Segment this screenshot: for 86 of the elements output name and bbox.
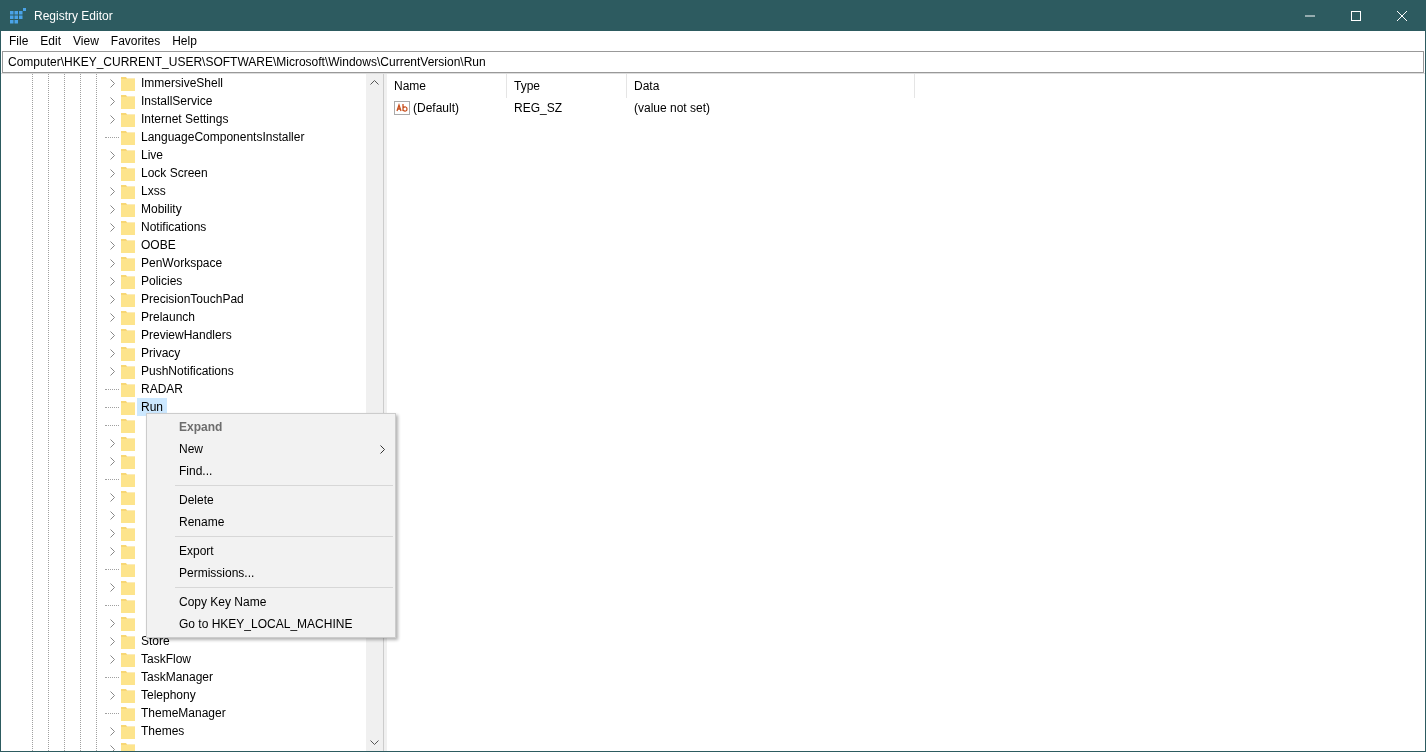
- tree-item[interactable]: Lxss: [137, 182, 170, 200]
- folder-icon: [121, 399, 135, 415]
- tree-item[interactable]: Lock Screen: [137, 164, 212, 182]
- close-icon: [1397, 11, 1407, 21]
- folder-icon: [121, 669, 135, 685]
- tree-item[interactable]: PreviewHandlers: [137, 326, 236, 344]
- folder-icon: [121, 309, 135, 325]
- tree-item[interactable]: ImmersiveShell: [137, 74, 228, 92]
- folder-icon: [121, 183, 135, 199]
- context-menu-item[interactable]: Export: [147, 540, 395, 562]
- tree-item[interactable]: Internet Settings: [137, 110, 233, 128]
- folder-icon: [121, 507, 135, 523]
- menu-item[interactable]: Edit: [34, 31, 68, 51]
- folder-icon: [121, 165, 135, 181]
- value-data: (value not set): [633, 101, 712, 115]
- string-value-icon: [394, 101, 410, 115]
- folder-icon: [121, 687, 135, 703]
- folder-icon: [121, 237, 135, 253]
- folder-icon: [121, 615, 135, 631]
- column-header[interactable]: Type: [507, 74, 627, 98]
- folder-icon: [121, 651, 135, 667]
- folder-icon: [121, 219, 135, 235]
- tree-item[interactable]: Privacy: [137, 344, 185, 362]
- tree-item[interactable]: Themes: [137, 722, 189, 740]
- tree-item[interactable]: Mobility: [137, 200, 186, 218]
- tree-item[interactable]: PrecisionTouchPad: [137, 290, 248, 308]
- folder-icon: [121, 489, 135, 505]
- folder-icon: [121, 561, 135, 577]
- folder-icon: [121, 417, 135, 433]
- context-menu-item[interactable]: Copy Key Name: [147, 591, 395, 613]
- folder-icon: [121, 201, 135, 217]
- tree-item[interactable]: Prelaunch: [137, 308, 200, 326]
- menu-item[interactable]: Favorites: [104, 31, 167, 51]
- folder-icon: [121, 93, 135, 109]
- tree-item[interactable]: LanguageComponentsInstaller: [137, 128, 309, 146]
- window-title: Registry Editor: [34, 9, 114, 23]
- registry-icon: [10, 8, 26, 24]
- context-menu-item[interactable]: Go to HKEY_LOCAL_MACHINE: [147, 613, 395, 635]
- context-menu-item[interactable]: Delete: [147, 489, 395, 511]
- tree-item[interactable]: Run: [137, 398, 167, 416]
- folder-icon: [121, 345, 135, 361]
- folder-icon: [121, 255, 135, 271]
- folder-icon: [121, 111, 135, 127]
- maximize-icon: [1351, 11, 1361, 21]
- column-header[interactable]: Name: [387, 74, 507, 98]
- folder-icon: [121, 129, 135, 145]
- folder-icon: [121, 471, 135, 487]
- folder-icon: [121, 327, 135, 343]
- tree-item[interactable]: Policies: [137, 272, 187, 290]
- tree-item[interactable]: InstallService: [137, 92, 217, 110]
- folder-icon: [121, 597, 135, 613]
- tree-item[interactable]: Notifications: [137, 218, 211, 236]
- context-menu-item[interactable]: Rename: [147, 511, 395, 533]
- folder-icon: [121, 273, 135, 289]
- menu-item[interactable]: Help: [166, 31, 203, 51]
- tree-item[interactable]: Telephony: [137, 686, 200, 704]
- tree-item[interactable]: TaskFlow: [137, 650, 195, 668]
- folder-icon: [121, 75, 135, 91]
- folder-icon: [121, 705, 135, 721]
- value-name[interactable]: (Default): [413, 101, 459, 115]
- column-header[interactable]: Data: [627, 74, 915, 98]
- folder-icon: [121, 453, 135, 469]
- folder-icon: [121, 543, 135, 559]
- tree-item[interactable]: PenWorkspace: [137, 254, 227, 272]
- tree-item[interactable]: PushNotifications: [137, 362, 238, 380]
- tree-item[interactable]: ThemeManager: [137, 704, 230, 722]
- folder-icon: [121, 579, 135, 595]
- folder-icon: [121, 435, 135, 451]
- folder-icon: [121, 633, 135, 649]
- address-bar[interactable]: Computer\HKEY_CURRENT_USER\SOFTWARE\Microsoft\Windows\CurrentVersion\Run: [2, 51, 1424, 73]
- tree-item[interactable]: OOBE: [137, 236, 180, 254]
- folder-icon: [121, 291, 135, 307]
- tree-item[interactable]: TaskManager: [137, 668, 218, 686]
- value-type: REG_SZ: [513, 101, 563, 115]
- menu-item[interactable]: View: [67, 31, 105, 51]
- tree-item[interactable]: Live: [137, 146, 167, 164]
- context-menu-item[interactable]: Find...: [147, 460, 395, 482]
- folder-icon: [121, 525, 135, 541]
- folder-icon: [121, 723, 135, 739]
- context-menu-item[interactable]: New: [147, 438, 395, 460]
- context-menu-item[interactable]: Permissions...: [147, 562, 395, 584]
- tree-item[interactable]: RADAR: [137, 380, 187, 398]
- folder-icon: [121, 381, 135, 397]
- menu-item[interactable]: File: [3, 31, 35, 51]
- folder-icon: [121, 147, 135, 163]
- folder-icon: [121, 363, 135, 379]
